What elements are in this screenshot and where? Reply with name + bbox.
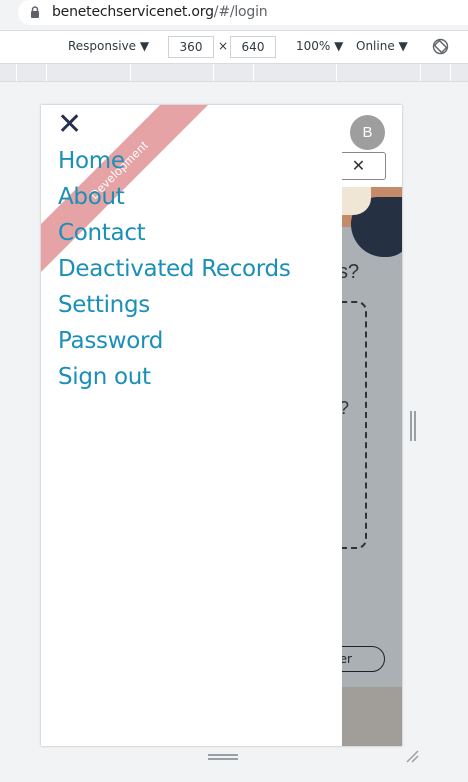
rotate-icon[interactable] bbox=[432, 38, 449, 55]
network-select-label: Online bbox=[356, 39, 395, 53]
nav-item-about[interactable]: About bbox=[58, 179, 291, 215]
ruler-divider bbox=[450, 64, 451, 81]
drawer-nav: Home About Contact Deactivated Records S… bbox=[58, 143, 291, 395]
zoom-select[interactable]: 100% ▼ bbox=[296, 39, 343, 53]
right-resize-handle[interactable] bbox=[410, 411, 416, 441]
nav-item-settings[interactable]: Settings bbox=[58, 287, 291, 323]
zoom-select-label: 100% bbox=[296, 39, 331, 53]
browser-url-bar: benetechservicenet.org/#/login bbox=[0, 0, 468, 27]
times-symbol: × bbox=[218, 39, 229, 53]
address-box[interactable]: benetechservicenet.org/#/login bbox=[18, 0, 468, 25]
height-input[interactable]: 640 bbox=[230, 36, 276, 58]
nav-item-sign-out[interactable]: Sign out bbox=[58, 359, 291, 395]
ruler-divider bbox=[213, 64, 214, 81]
corner-resize-icon[interactable] bbox=[405, 749, 419, 763]
url-host: benetechservicenet.org bbox=[52, 4, 214, 20]
lock-icon bbox=[31, 6, 39, 18]
width-input[interactable]: 360 bbox=[168, 36, 214, 58]
close-icon[interactable]: ✕ bbox=[57, 110, 82, 140]
bottom-resize-handle[interactable] bbox=[208, 754, 238, 760]
ruler-divider bbox=[253, 64, 254, 81]
nav-drawer: Development ✕ Home About Contact Deactiv… bbox=[41, 105, 342, 746]
url-path: /#/login bbox=[213, 4, 268, 20]
nav-item-contact[interactable]: Contact bbox=[58, 215, 291, 251]
ruler-divider bbox=[420, 64, 421, 81]
media-query-ruler bbox=[0, 64, 468, 82]
nav-item-deactivated-records[interactable]: Deactivated Records bbox=[58, 251, 291, 287]
url-text[interactable]: benetechservicenet.org/#/login bbox=[52, 4, 268, 20]
network-select[interactable]: Online ▼ bbox=[356, 39, 408, 53]
device-select-label: Responsive bbox=[68, 39, 137, 53]
ruler-divider bbox=[130, 64, 131, 81]
emulated-page: B ✕ s? ? er Development ✕ Home About Con… bbox=[41, 105, 402, 746]
user-avatar[interactable]: B bbox=[350, 115, 385, 150]
device-toolbar: Responsive ▼ 360 × 640 100% ▼ Online ▼ bbox=[0, 30, 468, 64]
ruler-divider bbox=[336, 64, 337, 81]
nav-item-home[interactable]: Home bbox=[58, 143, 291, 179]
ruler-divider bbox=[16, 64, 17, 81]
device-select[interactable]: Responsive ▼ bbox=[68, 39, 149, 53]
nav-item-password[interactable]: Password bbox=[58, 323, 291, 359]
ruler-divider bbox=[46, 64, 47, 81]
